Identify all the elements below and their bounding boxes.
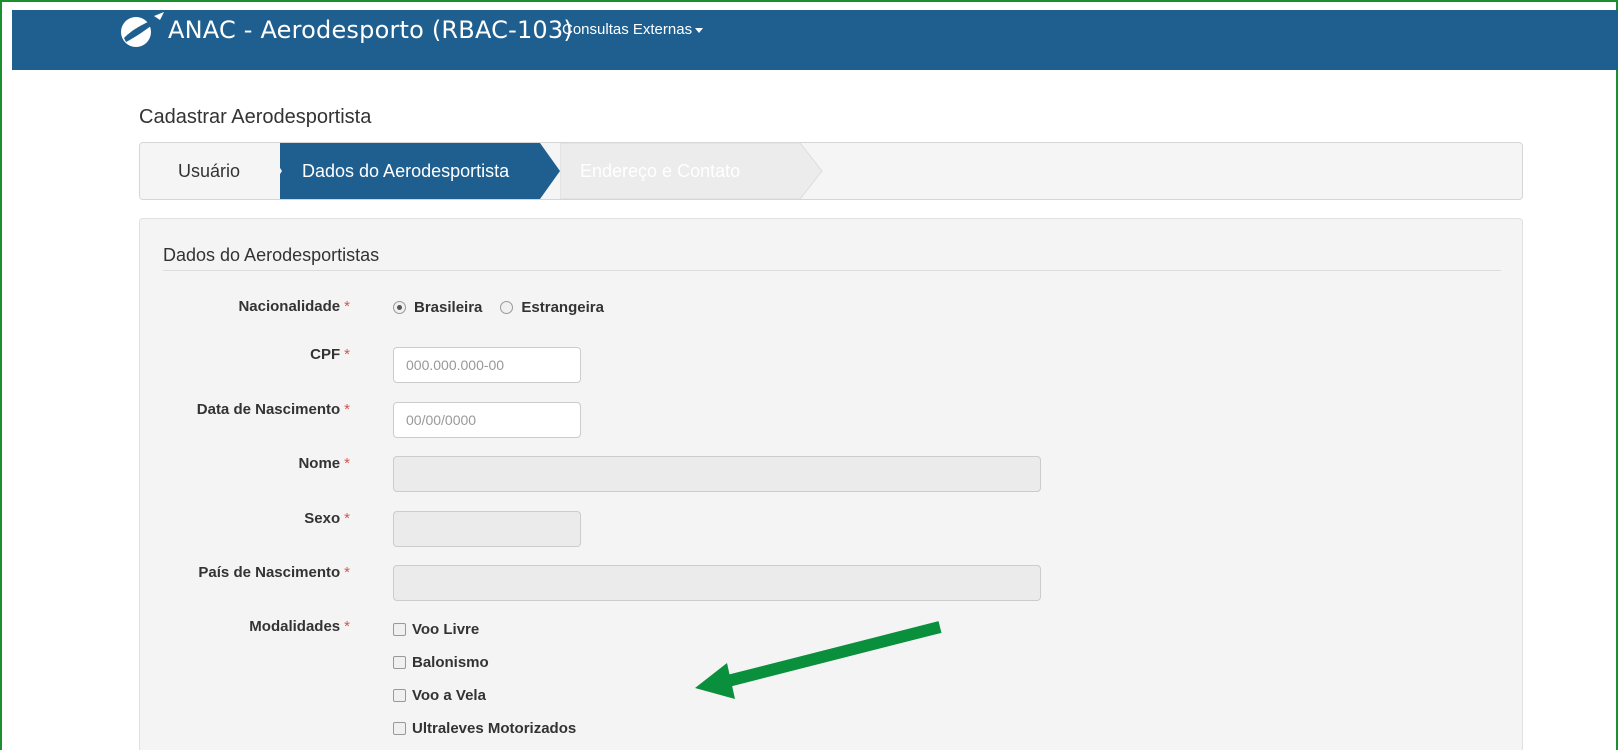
sexo-select[interactable] [393, 511, 581, 547]
chevron-down-icon [695, 28, 704, 33]
anac-logo-icon [121, 12, 164, 47]
consultas-externas-menu[interactable]: Consultas Externas [562, 21, 704, 38]
radio-selected-dot [397, 305, 402, 310]
menu-label: Consultas Externas [562, 21, 693, 38]
nome-label-text: Nome [298, 455, 341, 472]
wizard-step-endereco[interactable]: Endereço e Contato [560, 143, 823, 199]
checkbox-balonismo-label[interactable]: Balonismo [412, 654, 489, 671]
pais-nascimento-label: País de Nascimento * [140, 564, 350, 581]
nome-label: Nome * [140, 455, 350, 472]
checkbox-balonismo[interactable] [393, 656, 406, 669]
page-title: Cadastrar Aerodesportista [139, 106, 372, 128]
cpf-input[interactable]: 000.000.000-00 [393, 347, 581, 383]
wizard-step-label: Dados do Aerodesportista [302, 160, 510, 181]
legend-divider [163, 270, 1501, 271]
modalidades-label: Modalidades * [140, 618, 350, 635]
required-marker: * [344, 618, 350, 635]
wizard-step-usuario[interactable]: Usuário [140, 143, 280, 199]
data-nascimento-label: Data de Nascimento * [140, 401, 350, 418]
required-marker: * [344, 401, 350, 418]
required-marker: * [344, 298, 350, 315]
radio-brasileira-label[interactable]: Brasileira [414, 299, 482, 316]
modalidade-balonismo[interactable]: Balonismo [393, 654, 507, 671]
modalidade-voo-livre[interactable]: Voo Livre [393, 621, 497, 638]
required-marker: * [344, 564, 350, 581]
required-marker: * [344, 346, 350, 363]
pais-nascimento-select[interactable] [393, 565, 1041, 601]
data-nascimento-label-text: Data de Nascimento [196, 401, 341, 418]
form-legend: Dados do Aerodesportistas [163, 245, 380, 265]
brand[interactable]: ANAC - Aerodesporto (RBAC-103) [114, 10, 573, 50]
required-marker: * [344, 510, 350, 527]
wizard-step-label: Usuário [178, 160, 241, 181]
checkbox-ultraleves-label[interactable]: Ultraleves Motorizados [412, 720, 576, 737]
required-marker: * [344, 455, 350, 472]
checkbox-ultraleves[interactable] [393, 722, 406, 735]
wizard-step-label: Endereço e Contato [580, 160, 741, 181]
annotation-arrow-icon [695, 621, 942, 699]
checkbox-voo-livre-label[interactable]: Voo Livre [412, 621, 479, 638]
nome-input[interactable] [393, 456, 1041, 492]
nacionalidade-radio-group: Brasileira Estrangeira [393, 299, 622, 316]
data-nascimento-input[interactable]: 00/00/0000 [393, 402, 581, 438]
nacionalidade-label: Nacionalidade * [140, 298, 350, 315]
pais-nascimento-label-text: País de Nascimento [198, 564, 341, 581]
cpf-label: CPF * [140, 346, 350, 363]
sexo-label: Sexo * [140, 510, 350, 527]
checkbox-voo-a-vela[interactable] [393, 689, 406, 702]
sexo-label-text: Sexo [304, 510, 341, 527]
cpf-label-text: CPF [310, 346, 341, 363]
checkbox-voo-livre[interactable] [393, 623, 406, 636]
wizard-steps: Endereço e Contato Dados do Aerodesporti… [139, 142, 1523, 200]
modalidade-voo-a-vela[interactable]: Voo a Vela [393, 687, 504, 704]
radio-estrangeira[interactable] [500, 301, 514, 314]
brand-title: ANAC - Aerodesporto (RBAC-103) [168, 16, 573, 44]
modalidade-ultraleves[interactable]: Ultraleves Motorizados [393, 720, 594, 737]
radio-estrangeira-label[interactable]: Estrangeira [521, 299, 604, 316]
radio-brasileira[interactable] [393, 301, 406, 314]
checkbox-voo-a-vela-label[interactable]: Voo a Vela [412, 687, 486, 704]
modalidades-label-text: Modalidades [249, 618, 341, 635]
wizard-step-dados[interactable]: Dados do Aerodesportista [264, 143, 560, 199]
nacionalidade-label-text: Nacionalidade [238, 298, 341, 315]
